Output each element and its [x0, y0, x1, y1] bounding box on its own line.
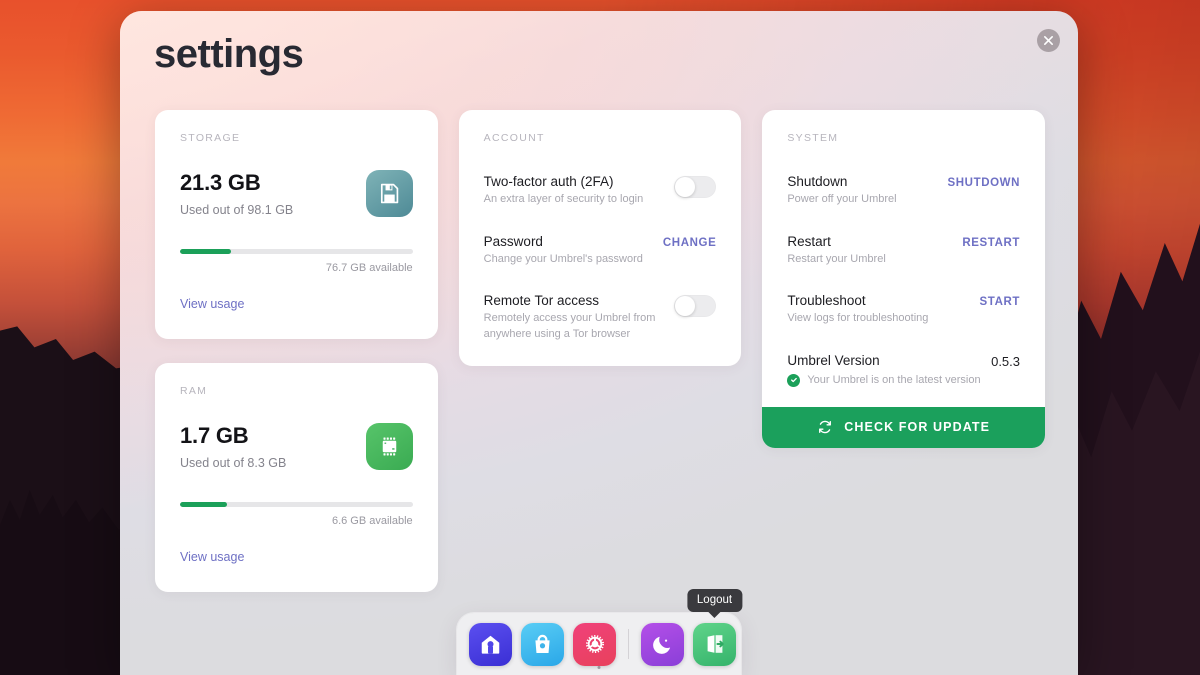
column-account: ACCOUNT Two-factor auth (2FA) An extra l… — [458, 110, 742, 367]
system-card: SYSTEM Shutdown Power off your Umbrel SH… — [762, 110, 1046, 448]
dock-item-settings[interactable] — [573, 622, 616, 669]
dock: Logout — [457, 588, 743, 675]
dock-item-logout-wrapper: Logout — [686, 588, 743, 666]
gear-icon — [585, 634, 604, 654]
system-card-label: SYSTEM — [787, 132, 839, 144]
account-row-password: Password Change your Umbrel's password C… — [484, 234, 717, 294]
ram-usage-bar — [180, 502, 413, 507]
account-row-2fa: Two-factor auth (2FA) An extra layer of … — [484, 174, 717, 234]
storage-card: STORAGE 21.3 GB Used out of 98.1 GB 76.7… — [155, 110, 438, 339]
storage-card-label: STORAGE — [180, 132, 241, 144]
version-status-text: Your Umbrel is on the latest version — [807, 374, 981, 387]
dock-item-app-store[interactable] — [521, 622, 564, 666]
account-card-label: ACCOUNT — [483, 132, 545, 144]
two-factor-auth-toggle[interactable] — [674, 176, 717, 198]
dock-separator — [628, 629, 629, 659]
page-title: settings — [154, 32, 304, 76]
row-description: An extra layer of security to login — [483, 193, 644, 205]
storage-view-usage-link[interactable]: View usage — [180, 297, 244, 311]
remote-tor-access-toggle[interactable] — [674, 295, 717, 318]
row-title: Two-factor auth (2FA) — [483, 174, 614, 189]
umbrel-version-value: 0.5.3 — [991, 353, 1021, 369]
row-title: Password — [483, 233, 543, 249]
ram-view-usage-link[interactable]: View usage — [180, 550, 244, 564]
close-icon — [1044, 36, 1053, 45]
settings-columns: STORAGE 21.3 GB Used out of 98.1 GB 76.7… — [155, 110, 1046, 592]
account-row-tor: Remote Tor access Remotely access your U… — [484, 293, 717, 344]
logout-tooltip: Logout — [686, 588, 743, 612]
ram-card: RAM 1.7 GB Used out of 8.3 GB 6.6 GB ava… — [155, 363, 438, 592]
system-row-shutdown: Shutdown Power off your Umbrel SHUTDOWN — [787, 174, 1020, 234]
row-title: Remote Tor access — [483, 293, 599, 309]
logout-door-icon — [707, 635, 724, 653]
version-status: Your Umbrel is on the latest version — [787, 373, 981, 387]
dock-item-logout[interactable] — [693, 622, 736, 666]
row-title: Troubleshoot — [787, 293, 866, 309]
row-description: Change your Umbrel's password — [483, 252, 643, 265]
check-for-update-label: CHECK FOR UPDATE — [844, 420, 991, 435]
moon-icon — [653, 636, 671, 654]
dock-item-home[interactable] — [469, 622, 512, 666]
check-for-update-button[interactable]: CHECK FOR UPDATE — [762, 406, 1046, 448]
column-system: SYSTEM Shutdown Power off your Umbrel SH… — [762, 110, 1046, 448]
ram-usage-bar-fill — [180, 502, 227, 507]
ram-available-note: 6.6 GB available — [331, 515, 413, 527]
row-description: Power off your Umbrel — [787, 193, 897, 205]
ram-used-value: 1.7 GB — [180, 423, 249, 448]
storage-usage-bar-fill — [180, 249, 232, 254]
row-title: Restart — [787, 233, 831, 249]
troubleshoot-start-button[interactable]: START — [980, 293, 1020, 308]
dock-item-sleep[interactable] — [641, 622, 684, 666]
column-resources: STORAGE 21.3 GB Used out of 98.1 GB 76.7… — [155, 110, 438, 592]
check-circle-icon — [787, 373, 801, 387]
umbrel-version-label: Umbrel Version — [787, 352, 880, 368]
system-row-troubleshoot: Troubleshoot View logs for troubleshooti… — [787, 293, 1020, 353]
ram-card-label: RAM — [180, 385, 208, 397]
change-password-button[interactable]: CHANGE — [663, 234, 716, 249]
dock-active-indicator — [597, 666, 601, 669]
home-icon — [481, 635, 500, 654]
row-title: Shutdown — [787, 174, 848, 189]
toggle-knob — [675, 296, 696, 317]
refresh-icon — [819, 421, 832, 434]
floppy-disk-icon — [365, 170, 413, 217]
storage-usage-bar — [180, 249, 413, 254]
storage-used-value: 21.3 GB — [180, 170, 261, 195]
row-description: Remotely access your Umbrel from anywher… — [483, 312, 656, 340]
close-button[interactable] — [1037, 29, 1060, 52]
ram-used-subtitle: Used out of 8.3 GB — [180, 456, 287, 470]
shopping-bag-icon — [535, 634, 550, 653]
storage-available-note: 76.7 GB available — [325, 262, 413, 274]
system-row-restart: Restart Restart your Umbrel RESTART — [787, 234, 1020, 294]
row-description: View logs for troubleshooting — [787, 312, 929, 325]
row-description: Restart your Umbrel — [787, 252, 886, 265]
system-row-version: Umbrel Version Your Umbrel is on the lat… — [787, 353, 1020, 387]
storage-used-subtitle: Used out of 98.1 GB — [180, 203, 294, 217]
memory-chip-icon — [365, 423, 413, 470]
settings-window: settings STORAGE 21.3 GB Used out of 98.… — [120, 11, 1078, 675]
restart-button[interactable]: RESTART — [962, 234, 1020, 249]
toggle-knob — [675, 177, 696, 197]
account-card: ACCOUNT Two-factor auth (2FA) An extra l… — [458, 110, 742, 367]
shutdown-button[interactable]: SHUTDOWN — [948, 174, 1021, 189]
